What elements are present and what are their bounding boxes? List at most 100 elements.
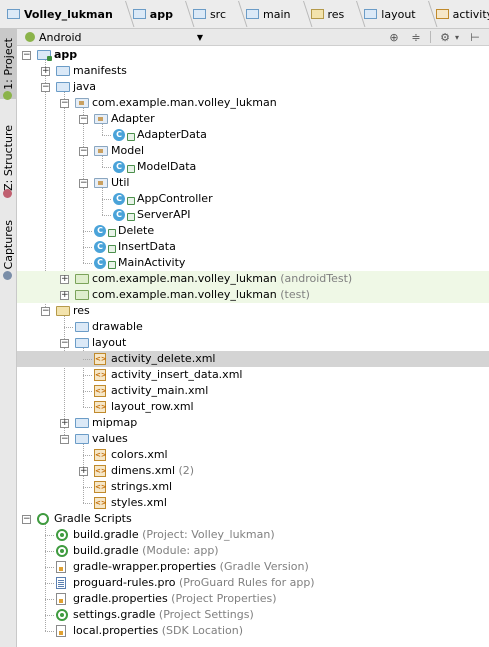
tree-row[interactable]: C AdapterData <box>17 127 489 143</box>
view-mode-dropdown[interactable]: Android ▼ <box>25 29 203 45</box>
tree-connector <box>83 231 92 232</box>
tree-row[interactable]: − java <box>17 79 489 95</box>
tree-item-name: styles.xml <box>111 496 167 509</box>
tree-item-hint: (Project: Volley_lukman) <box>138 528 275 541</box>
collapse-toggle-icon[interactable]: − <box>79 115 88 124</box>
structure-icon <box>3 189 12 198</box>
tree-row[interactable]: <> layout_row.xml <box>17 399 489 415</box>
gear-icon[interactable]: ⚙ <box>437 30 453 44</box>
tree-row[interactable]: − Model <box>17 143 489 159</box>
tree-row[interactable]: proguard-rules.pro (ProGuard Rules for a… <box>17 575 489 591</box>
gear-dropdown-icon[interactable]: ▾ <box>453 30 461 44</box>
breadcrumb-item[interactable]: app <box>126 0 186 28</box>
sync-target-icon[interactable]: ⊕ <box>386 30 402 44</box>
tree-label: values <box>92 432 128 445</box>
tree-row[interactable]: C MainActivity <box>17 255 489 271</box>
expand-toggle-icon[interactable]: + <box>60 275 69 284</box>
tree-row[interactable]: − Gradle Scripts <box>17 511 489 527</box>
folder-icon <box>75 434 89 444</box>
tree-row[interactable]: C InsertData <box>17 239 489 255</box>
tree-item-name: settings.gradle <box>73 608 156 621</box>
tree-row[interactable]: <> colors.xml <box>17 447 489 463</box>
res-folder-icon <box>310 9 324 19</box>
collapse-all-icon[interactable]: ≑ <box>408 30 424 44</box>
tree-row[interactable]: + com.example.man.volley_lukman (androidT… <box>17 271 489 287</box>
collapse-toggle-icon[interactable]: − <box>41 83 50 92</box>
expand-toggle-icon[interactable]: + <box>60 419 69 428</box>
tree-row[interactable]: − res <box>17 303 489 319</box>
tree-row[interactable]: gradle.properties (Project Properties) <box>17 591 489 607</box>
tree-row[interactable]: C Delete <box>17 223 489 239</box>
tree-row[interactable]: + <> dimens.xml (2) <box>17 463 489 479</box>
collapse-toggle-icon[interactable]: − <box>60 435 69 444</box>
tab-captures[interactable]: Captures <box>0 215 16 275</box>
tree-item-name: drawable <box>92 320 143 333</box>
tab-structure-label: Z: Structure <box>1 125 15 191</box>
collapse-toggle-icon[interactable]: − <box>60 339 69 348</box>
expand-toggle-icon[interactable]: + <box>79 467 88 476</box>
class-icon: C <box>113 209 125 221</box>
tree-row[interactable]: build.gradle (Module: app) <box>17 543 489 559</box>
tree-row[interactable]: <> activity_main.xml <box>17 383 489 399</box>
tree-row[interactable]: <> activity_delete.xml <box>17 351 489 367</box>
tree-row[interactable]: settings.gradle (Project Settings) <box>17 607 489 623</box>
tab-project[interactable]: 1: Project <box>0 29 16 99</box>
tree-row[interactable]: + manifests <box>17 63 489 79</box>
collapse-toggle-icon[interactable]: − <box>60 99 69 108</box>
tree-item-name: layout <box>92 336 127 349</box>
collapse-toggle-icon[interactable]: − <box>79 179 88 188</box>
tree-label: settings.gradle (Project Settings) <box>73 608 254 621</box>
tree-row[interactable]: C ModelData <box>17 159 489 175</box>
tree-row[interactable]: − app <box>17 47 489 63</box>
view-mode-label: Android <box>39 30 82 44</box>
tree-connector <box>83 263 92 264</box>
tree-item-name: res <box>73 304 90 317</box>
tree-row[interactable]: gradle-wrapper.properties (Gradle Versio… <box>17 559 489 575</box>
tree-label: dimens.xml (2) <box>111 464 194 477</box>
tree-row[interactable]: build.gradle (Project: Volley_lukman) <box>17 527 489 543</box>
breadcrumb-item[interactable]: src <box>186 0 239 28</box>
tree-row[interactable]: − Adapter <box>17 111 489 127</box>
tree-item-name: activity_main.xml <box>111 384 209 397</box>
tree-row[interactable]: drawable <box>17 319 489 335</box>
tree-row[interactable]: + com.example.man.volley_lukman (test) <box>17 287 489 303</box>
breadcrumb-label: app <box>149 7 173 21</box>
tree-row[interactable]: − layout <box>17 335 489 351</box>
tree-row[interactable]: C ServerAPI <box>17 207 489 223</box>
breadcrumb-item[interactable]: activity_delete.xm <box>429 0 489 28</box>
breadcrumb-item[interactable]: main <box>239 0 303 28</box>
folder-icon <box>75 418 89 428</box>
tree-row[interactable]: local.properties (SDK Location) <box>17 623 489 639</box>
tree-item-hint: (androidTest) <box>276 272 353 285</box>
tree-row[interactable]: − Util <box>17 175 489 191</box>
tree-row[interactable]: <> strings.xml <box>17 479 489 495</box>
hide-panel-icon[interactable]: ⊢ <box>467 30 483 44</box>
breadcrumb-item[interactable]: layout <box>357 0 428 28</box>
collapse-toggle-icon[interactable]: − <box>79 147 88 156</box>
tree-item-name: proguard-rules.pro <box>73 576 176 589</box>
tree-label: drawable <box>92 320 143 333</box>
tree-label: layout_row.xml <box>111 400 194 413</box>
toolbar-divider <box>430 31 431 43</box>
breadcrumb-item[interactable]: res <box>304 0 358 28</box>
tree-row[interactable]: C AppController <box>17 191 489 207</box>
collapse-toggle-icon[interactable]: − <box>22 51 31 60</box>
tree-row[interactable]: <> activity_insert_data.xml <box>17 367 489 383</box>
collapse-toggle-icon[interactable]: − <box>22 515 31 524</box>
tree-label: MainActivity <box>118 256 185 269</box>
tree-row[interactable]: <> styles.xml <box>17 495 489 511</box>
tree-row[interactable]: − values <box>17 431 489 447</box>
package-folder-icon <box>75 98 89 108</box>
tree-row[interactable]: − com.example.man.volley_lukman <box>17 95 489 111</box>
collapse-toggle-icon[interactable]: − <box>41 307 50 316</box>
tool-window-strip: 1: Project Z: Structure Captures <box>0 29 17 647</box>
tree-item-name: build.gradle <box>73 528 139 541</box>
breadcrumb-item[interactable]: Volley_lukman <box>0 0 126 28</box>
tree-item-hint: (Project Settings) <box>155 608 254 621</box>
expand-toggle-icon[interactable]: + <box>60 291 69 300</box>
expand-toggle-icon[interactable]: + <box>41 67 50 76</box>
xml-file-icon: <> <box>94 497 107 509</box>
tree-row[interactable]: + mipmap <box>17 415 489 431</box>
folder-icon <box>75 338 89 348</box>
tree-label: Util <box>111 176 129 189</box>
